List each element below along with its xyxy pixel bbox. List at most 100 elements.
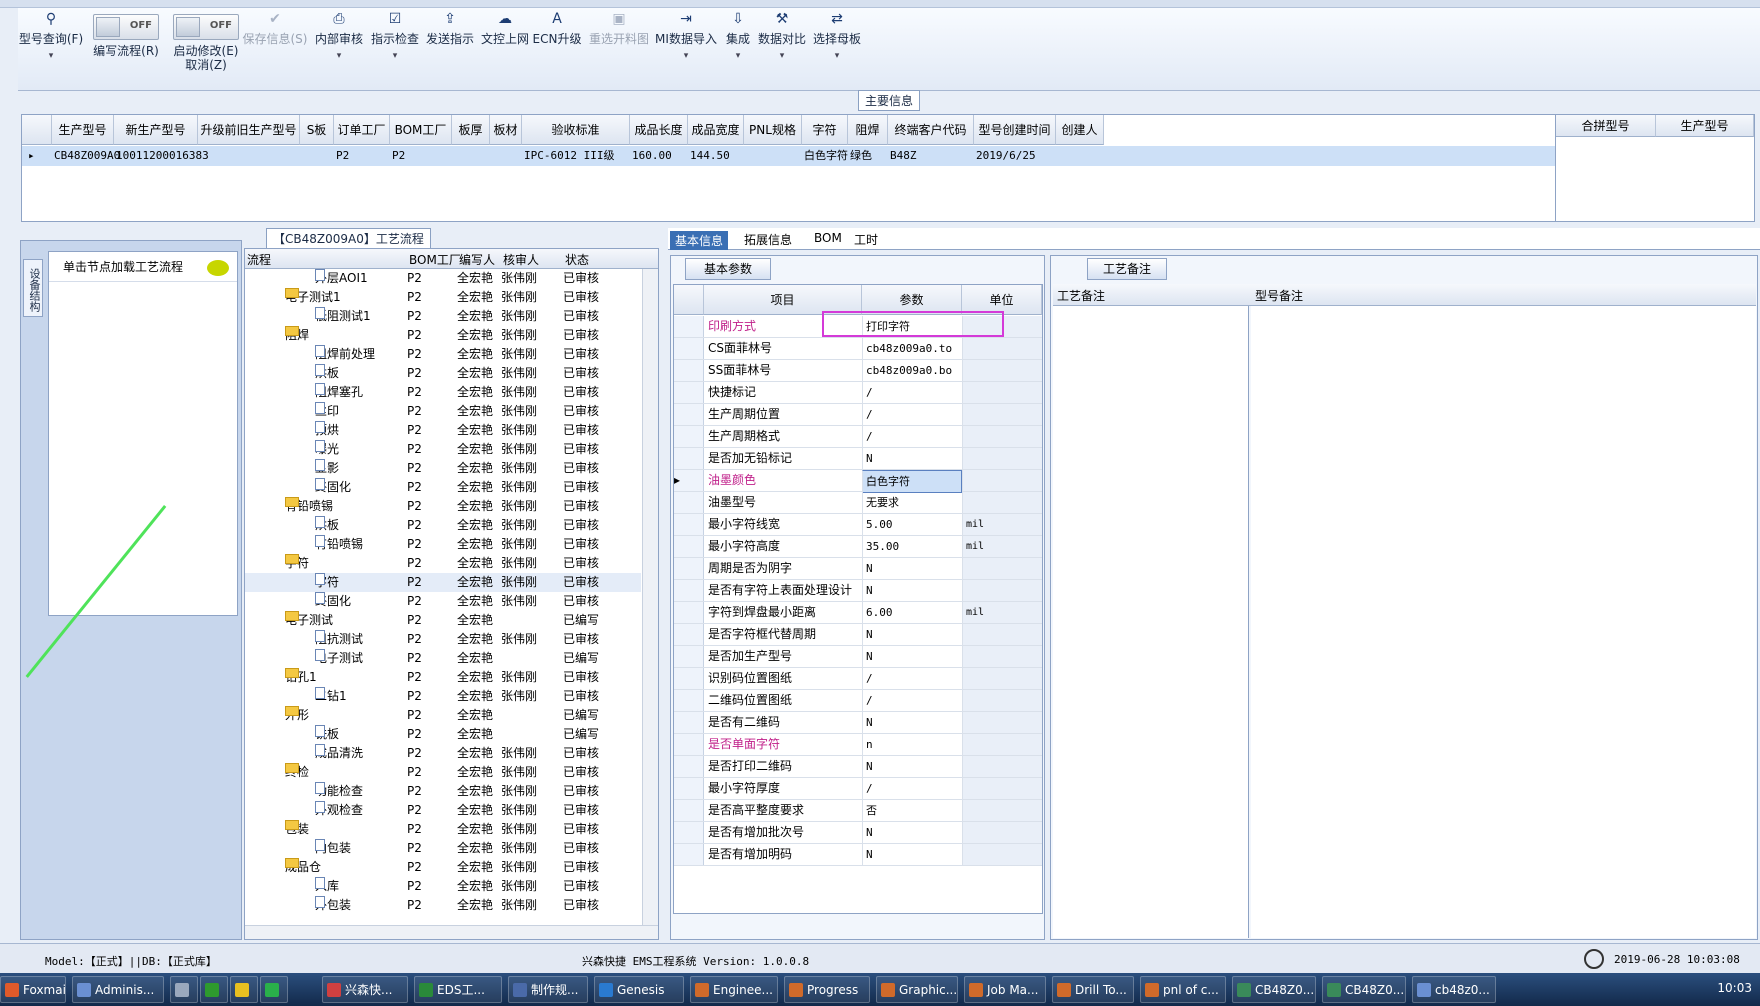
taskbar-item-12[interactable]: Graphic... (876, 976, 958, 1003)
tree-item[interactable]: 终检 P2 全宏艳张伟刚 已审核 (245, 763, 641, 782)
toolbar-button-11[interactable]: ⇩ 集成 ▾ (720, 8, 756, 88)
table-row[interactable]: ▸ CB48Z009A0 10011200016383 P2 P2 IPC-6012 II… (22, 146, 1555, 166)
grid-header[interactable]: 新生产型号 (114, 115, 198, 145)
taskbar-item-5[interactable] (260, 976, 288, 1003)
grid-header[interactable]: 订单工厂 (334, 115, 390, 145)
param-row[interactable]: 是否字符框代替周期 N (674, 624, 1042, 646)
taskbar-item-11[interactable]: Progress (784, 976, 870, 1003)
param-value[interactable]: / (862, 404, 962, 425)
tree-item[interactable]: 低阻测试1 P2 全宏艳 张伟刚 已审核 (245, 307, 641, 326)
param-row[interactable]: 最小字符线宽 5.00 mil (674, 514, 1042, 536)
toolbar-button-7[interactable]: ☁ 文控上网 (478, 8, 532, 88)
toolbar-button-1[interactable]: OFF 编写流程(R) (88, 8, 164, 88)
tree-vscroll[interactable] (642, 269, 658, 929)
param-value[interactable]: cb48z009a0.to (862, 338, 962, 359)
grid-header[interactable]: 验收标准 (522, 115, 630, 145)
grid-header[interactable]: 终端客户代码 (888, 115, 974, 145)
toolbar-button-12[interactable]: ⚒ 数据对比 ▾ (756, 8, 808, 88)
param-row[interactable]: 油墨型号 无要求 (674, 492, 1042, 514)
grid-header[interactable]: 生产型号 (1656, 115, 1754, 137)
taskbar-item-18[interactable]: cb48z0... (1412, 976, 1496, 1003)
tree-item[interactable]: 功能检查 P2 全宏艳 张伟刚 已审核 (245, 782, 641, 801)
tree-item[interactable]: 成品清洗 P2 全宏艳 张伟刚 已审核 (245, 744, 641, 763)
param-row[interactable]: 快捷标记 / (674, 382, 1042, 404)
param-row[interactable]: 是否打印二维码 N (674, 756, 1042, 778)
tree-item[interactable]: 入库 P2 全宏艳 张伟刚 已审核 (245, 877, 641, 896)
tree-item[interactable]: 外层AOI1 P2 全宏艳 张伟刚 已审核 (245, 269, 641, 288)
grid-header[interactable]: BOM工厂 (390, 115, 452, 145)
grid-header[interactable]: 成品长度 (630, 115, 688, 145)
grid-header[interactable]: S板 (300, 115, 334, 145)
tab-2[interactable]: BOM (814, 231, 842, 245)
taskbar-item-16[interactable]: CB48Z0... (1232, 976, 1316, 1003)
param-value[interactable]: N (862, 756, 962, 777)
param-value[interactable]: 否 (862, 800, 962, 821)
taskbar-item-14[interactable]: Drill To... (1052, 976, 1134, 1003)
param-row[interactable]: 最小字符厚度 / (674, 778, 1042, 800)
taskbar-item-13[interactable]: Job Ma... (964, 976, 1046, 1003)
param-value[interactable]: / (862, 426, 962, 447)
param-row[interactable]: 生产周期位置 / (674, 404, 1042, 426)
param-row[interactable]: 是否有二维码 N (674, 712, 1042, 734)
tree-item[interactable]: 阻焊塞孔 P2 全宏艳 张伟刚 已审核 (245, 383, 641, 402)
tree-item[interactable]: 阻焊前处理 P2 全宏艳 张伟刚 已审核 (245, 345, 641, 364)
param-value[interactable]: 无要求 (862, 492, 962, 513)
tree-item[interactable]: 曝光 P2 全宏艳 张伟刚 已审核 (245, 440, 641, 459)
grid-header[interactable]: PNL规格 (744, 115, 802, 145)
tree-item[interactable]: 成品仓 P2 全宏艳 张伟刚 已审核 (245, 858, 641, 877)
taskbar-item-6[interactable]: 兴森快... (322, 976, 408, 1003)
tree-item[interactable]: 铣板 P2 全宏艳 已编写 (245, 725, 641, 744)
param-value[interactable]: N (862, 712, 962, 733)
tree-item[interactable]: 终固化 P2 全宏艳 张伟刚 已审核 (245, 592, 641, 611)
taskbar-item-4[interactable] (230, 976, 258, 1003)
chevron-down-icon[interactable]: ▾ (720, 51, 756, 61)
toolbar-button-6[interactable]: ⇪ 发送指示 (423, 8, 477, 88)
param-value[interactable]: N (862, 624, 962, 645)
toolbar-button-9[interactable]: ▣ 重选开料图 (584, 8, 654, 88)
param-value[interactable]: N (862, 448, 962, 469)
toolbar-button-8[interactable]: A ECN升级 (532, 8, 582, 88)
param-row[interactable]: ▸ 油墨颜色 白色字符 (674, 470, 1042, 493)
tree-item[interactable]: 电子测试 P2 全宏艳 已编写 (245, 611, 641, 630)
tree-item[interactable]: 有铅喷锡 P2 全宏艳 张伟刚 已审核 (245, 535, 641, 554)
chevron-down-icon[interactable]: ▾ (810, 51, 864, 61)
tree-item[interactable]: 阻抗测试 P2 全宏艳 张伟刚 已审核 (245, 630, 641, 649)
chevron-down-icon[interactable]: ▾ (18, 51, 84, 61)
grid-header[interactable]: 板厚 (452, 115, 490, 145)
process-tree[interactable]: 流程 BOM工厂 编写人 核审人 状态 外层AOI1 P2 全宏艳 张伟刚 已审核 电子测试1 P2… (244, 248, 659, 940)
tree-item[interactable]: 电子测试1 P2 全宏艳 张伟刚 已审核 (245, 288, 641, 307)
taskbar-item-15[interactable]: pnl of c... (1140, 976, 1226, 1003)
param-value[interactable]: / (862, 382, 962, 403)
param-row[interactable]: 是否有字符上表面处理设计 N (674, 580, 1042, 602)
param-value[interactable]: 白色字符 (862, 470, 962, 493)
toolbar-button-5[interactable]: ☑ 指示检查 ▾ (368, 8, 422, 88)
tree-item[interactable]: 丝印 P2 全宏艳 张伟刚 已审核 (245, 402, 641, 421)
param-value[interactable]: N (862, 822, 962, 843)
tree-item[interactable]: 显影 P2 全宏艳 张伟刚 已审核 (245, 459, 641, 478)
grid-header[interactable]: 升级前旧生产型号 (198, 115, 300, 145)
param-row[interactable]: 识别码位置图纸 / (674, 668, 1042, 690)
tree-item[interactable]: 烘板 P2 全宏艳 张伟刚 已审核 (245, 364, 641, 383)
param-row[interactable]: 字符到焊盘最小距离 6.00 mil (674, 602, 1042, 624)
param-value[interactable]: 5.00 (862, 514, 962, 535)
param-value[interactable]: N (862, 558, 962, 579)
param-value[interactable]: / (862, 690, 962, 711)
toolbar-button-13[interactable]: ⇄ 选择母板 ▾ (810, 8, 864, 88)
taskbar-item-7[interactable]: EDS工... (414, 976, 502, 1003)
chevron-down-icon[interactable]: ▾ (756, 51, 808, 61)
process-note-field[interactable] (1053, 306, 1249, 938)
tab-basic-params[interactable]: 基本参数 (685, 258, 771, 280)
grid-header[interactable]: 阻焊 (848, 115, 888, 145)
param-value[interactable]: n (862, 734, 962, 755)
tree-item[interactable]: 外包装 P2 全宏艳 张伟刚 已审核 (245, 896, 641, 915)
taskbar-item-8[interactable]: 制作规... (508, 976, 588, 1003)
grid-header[interactable]: 生产型号 (52, 115, 114, 145)
taskbar-item-9[interactable]: Genesis (594, 976, 684, 1003)
tree-hscroll[interactable] (245, 925, 658, 939)
model-note-field[interactable] (1251, 306, 1756, 938)
device-structure-tab[interactable]: 设备结构 (23, 259, 43, 317)
tab-3[interactable]: 工时 (854, 231, 878, 248)
toolbar-button-10[interactable]: ⇥ MI数据导入 ▾ (654, 8, 718, 88)
tree-item[interactable]: 终固化 P2 全宏艳 张伟刚 已审核 (245, 478, 641, 497)
tree-item[interactable]: 字符 P2 全宏艳张伟刚 已审核 (245, 554, 641, 573)
